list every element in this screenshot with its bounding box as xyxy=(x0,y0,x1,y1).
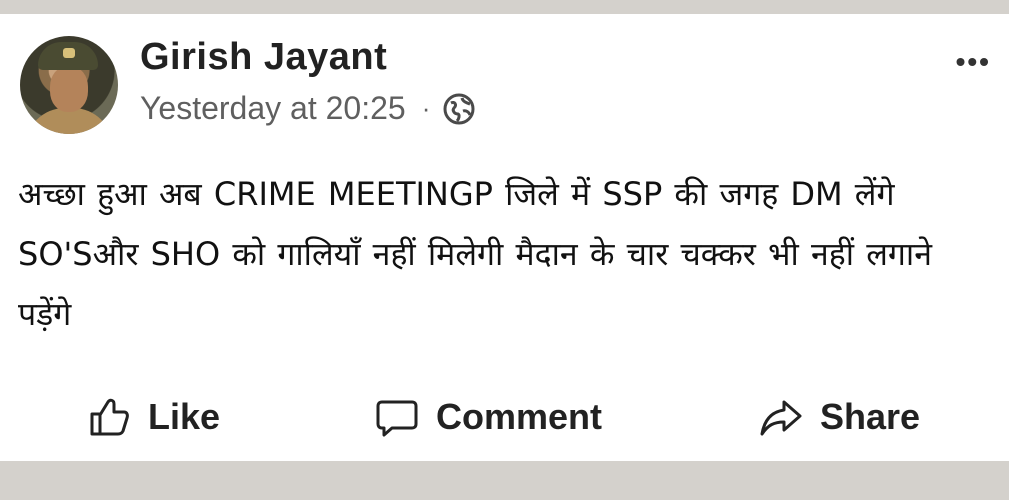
share-arrow-icon xyxy=(760,400,802,436)
globe-icon[interactable] xyxy=(442,92,476,126)
post-actions: Like Comment Share xyxy=(0,386,1009,448)
post-text: अच्छा हुआ अब CRIME MEETINGP जिले में SSP… xyxy=(18,175,932,333)
like-button[interactable]: Like xyxy=(86,386,220,448)
avatar[interactable] xyxy=(20,36,118,134)
share-label: Share xyxy=(820,396,921,437)
meta-separator: · xyxy=(421,93,431,123)
comment-icon xyxy=(376,400,418,437)
comment-label: Comment xyxy=(436,396,603,437)
author-name[interactable]: Girish Jayant xyxy=(140,36,387,79)
post-meta: Yesterday at 20:25 · xyxy=(140,90,476,127)
share-button[interactable]: Share xyxy=(758,386,920,448)
post-timestamp[interactable]: Yesterday at 20:25 xyxy=(140,90,406,127)
post-card: Girish Jayant Yesterday at 20:25 · ••• अ… xyxy=(0,14,1009,461)
avatar-cap-badge xyxy=(63,48,75,58)
more-options-icon[interactable]: ••• xyxy=(956,46,991,78)
thumbs-up-icon xyxy=(90,398,129,436)
like-label: Like xyxy=(148,396,221,437)
avatar-face xyxy=(50,66,88,112)
comment-button[interactable]: Comment xyxy=(374,386,602,448)
